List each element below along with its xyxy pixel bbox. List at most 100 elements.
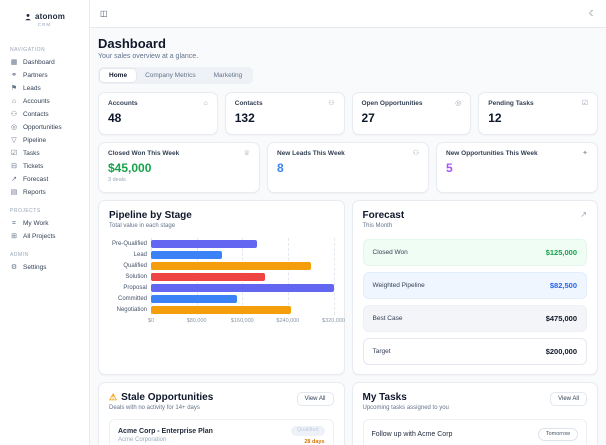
- sidebar-toggle-icon[interactable]: ◫: [100, 9, 108, 18]
- sparkles-icon: ✦: [582, 150, 588, 157]
- sidebar-item-opportunities[interactable]: ◎ Opportunities: [0, 121, 89, 134]
- bar-proposal: [151, 283, 334, 292]
- app-logo[interactable]: atonom CRM: [0, 8, 89, 38]
- contacts-icon: ⚇: [10, 111, 18, 118]
- pipeline-chart-title: Pipeline by Stage: [109, 210, 192, 221]
- tab-home[interactable]: Home: [100, 69, 137, 82]
- my-tasks-title: My Tasks: [362, 392, 407, 403]
- forecast-title: Forecast: [362, 210, 405, 221]
- sidebar-item-forecast[interactable]: ↗ Forecast: [0, 173, 89, 186]
- trending-up-icon: ↗: [580, 210, 587, 219]
- app-name: atonom: [34, 12, 66, 21]
- bar-committed: [151, 294, 237, 303]
- closed-won-week-value: $45,000: [108, 161, 152, 175]
- forecast-icon: ↗: [11, 176, 17, 183]
- section-label: Navigation: [10, 47, 46, 53]
- section-label: Projects: [10, 208, 41, 214]
- opportunities-icon: ◎: [10, 124, 18, 131]
- stat-card-new-opportunities-week: New Opportunities This Week ✦ 5: [436, 142, 598, 193]
- sidebar-item-accounts[interactable]: ⌂ Accounts: [0, 95, 89, 108]
- sidebar-section-projects: Projects ⌗ My Work ⊞ All Projects: [0, 208, 89, 243]
- forecast-rows: Closed Won $125,000 Weighted Pipeline $82,…: [362, 239, 587, 365]
- sidebar-item-pipeline[interactable]: ▽ Pipeline: [0, 134, 89, 147]
- stat-card-accounts: Accounts ⌂ 48: [98, 92, 218, 135]
- bottom-row: ⚠ Stale Opportunities Deals with no activ…: [98, 382, 598, 445]
- tab-company-metrics[interactable]: Company Metrics: [136, 69, 205, 82]
- tasks-list: Follow up with Acme CorpTomorrow Prepare…: [362, 419, 587, 445]
- stat-card-open-opportunities: Open Opportunities ◎ 27: [351, 92, 472, 135]
- contacts-count: 132: [234, 111, 255, 125]
- users-icon: ⚇: [328, 100, 335, 107]
- dashboard-content: Dashboard Your sales overview at a glanc…: [90, 28, 606, 445]
- app-subname: CRM: [37, 22, 52, 27]
- stale-list: Acme Corp - Enterprise Plan Acme Corporat…: [109, 419, 334, 445]
- new-leads-week-value: 8: [277, 161, 284, 175]
- sidebar-item-tasks[interactable]: ☑ Tasks: [0, 147, 89, 160]
- stale-days: 28 days: [304, 438, 325, 445]
- settings-gear-icon: ⚙: [10, 264, 18, 271]
- reports-icon: ▤: [10, 189, 18, 196]
- user-plus-icon: ⚇: [412, 150, 419, 157]
- forecast-row-target: Target $200,000: [362, 338, 587, 365]
- accounts-icon: ⌂: [11, 98, 17, 105]
- tasks-view-all-button[interactable]: View All: [550, 392, 587, 406]
- gridline: [333, 238, 335, 315]
- stale-item-acme[interactable]: Acme Corp - Enterprise Plan Acme Corporat…: [109, 419, 334, 445]
- sidebar-item-reports[interactable]: ▤ Reports: [0, 186, 89, 199]
- tasks-icon: ☑: [10, 150, 18, 157]
- sidebar-item-tickets[interactable]: ⊟ Tickets: [0, 160, 89, 173]
- accounts-count: 48: [108, 111, 122, 125]
- sidebar-item-settings[interactable]: ⚙ Settings: [0, 261, 89, 274]
- sidebar-item-all-projects[interactable]: ⊞ All Projects: [0, 230, 89, 243]
- pipeline-icon: ▽: [11, 137, 17, 144]
- tickets-icon: ⊟: [11, 163, 17, 170]
- page-title: Dashboard: [98, 36, 166, 51]
- all-projects-icon: ⊞: [11, 233, 17, 240]
- bar-negotiation: [151, 305, 291, 314]
- tab-marketing[interactable]: Marketing: [205, 69, 252, 82]
- my-tasks-card: My Tasks Upcoming tasks assigned to you …: [351, 382, 598, 445]
- stale-subtitle: Deals with no activity for 14+ days: [109, 405, 200, 411]
- sidebar-item-leads[interactable]: ⚑ Leads: [0, 82, 89, 95]
- my-work-icon: ⌗: [12, 220, 16, 227]
- topbar: ◫ ☾: [90, 0, 606, 28]
- page-subtitle: Your sales overview at a glance.: [98, 53, 199, 60]
- logo-person-icon: [25, 13, 31, 20]
- forecast-card: Forecast This Month ↗ Closed Won $125,000…: [351, 200, 598, 375]
- sidebar-item-partners[interactable]: ⚭ Partners: [0, 69, 89, 82]
- task-item-follow-up-acme[interactable]: Follow up with Acme Corp Tomorrow: [362, 419, 587, 445]
- forecast-subtitle: This Month: [362, 223, 393, 229]
- stale-title: Stale Opportunities: [121, 392, 214, 403]
- chart-plot-area: [151, 238, 335, 315]
- partners-icon: ⚭: [11, 72, 17, 79]
- trophy-icon: ♕: [243, 150, 250, 157]
- forecast-row-weighted-pipeline: Weighted Pipeline $82,500: [362, 272, 587, 299]
- charts-row: Pipeline by Stage Total value in each st…: [98, 200, 598, 375]
- new-opportunities-week-value: 5: [446, 161, 453, 175]
- sidebar-item-dashboard[interactable]: ▦ Dashboard: [0, 56, 89, 69]
- building-icon: ⌂: [203, 100, 208, 107]
- pipeline-chart-subtitle: Total value in each stage: [109, 223, 176, 229]
- stat-card-contacts: Contacts ⚇ 132: [224, 92, 345, 135]
- closed-won-deal-count: 3 deals: [108, 177, 126, 183]
- sidebar-section-admin: Admin ⚙ Settings: [0, 252, 89, 274]
- pipeline-by-stage-card: Pipeline by Stage Total value in each st…: [98, 200, 345, 375]
- main-area: ◫ ☾ Dashboard Your sales overview at a g…: [90, 0, 606, 445]
- section-label: Admin: [10, 252, 29, 258]
- due-badge: Tomorrow: [537, 428, 578, 441]
- stale-view-all-button[interactable]: View All: [296, 392, 334, 406]
- leads-icon: ⚑: [10, 85, 18, 92]
- sidebar-item-contacts[interactable]: ⚇ Contacts: [0, 108, 89, 121]
- chart-category-labels: Pre-Qualified Lead Qualified Solution Pr…: [111, 240, 147, 313]
- target-icon: ◎: [455, 100, 462, 107]
- sidebar-section-navigation: Navigation ▦ Dashboard ⚭ Partners ⚑ Leads ⌂…: [0, 47, 89, 199]
- warning-triangle-icon: ⚠: [109, 392, 118, 402]
- stat-card-pending-tasks: Pending Tasks ☑ 12: [478, 92, 598, 135]
- bar-solution: [151, 272, 266, 281]
- pending-tasks-count: 12: [488, 111, 502, 125]
- sidebar-item-my-work[interactable]: ⌗ My Work: [0, 217, 89, 230]
- sidebar: atonom CRM Navigation ▦ Dashboard ⚭ Partne…: [0, 0, 90, 445]
- theme-toggle-icon[interactable]: ☾: [589, 9, 596, 18]
- stale-opportunities-card: ⚠ Stale Opportunities Deals with no activ…: [98, 382, 345, 445]
- pipeline-bar-chart: Pre-Qualified Lead Qualified Solution Pr…: [109, 238, 345, 327]
